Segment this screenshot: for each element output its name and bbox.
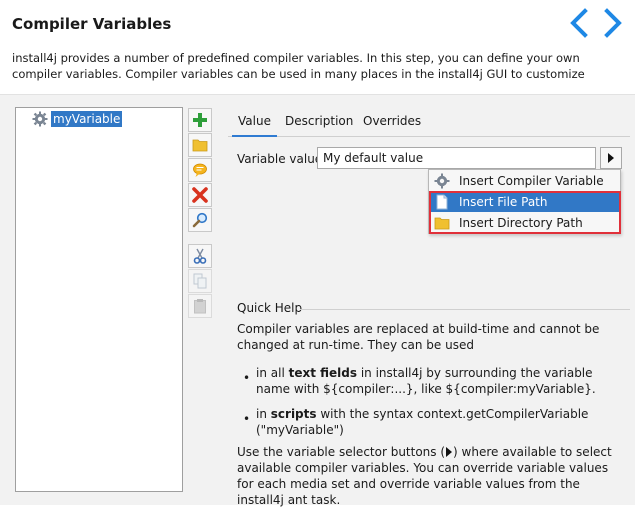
variable-value-input[interactable] xyxy=(317,147,596,169)
gear-icon xyxy=(32,111,48,127)
add-comment-button[interactable] xyxy=(188,158,212,182)
menu-item-insert-directory-path[interactable]: Insert Directory Path xyxy=(430,213,619,233)
wizard-navigation xyxy=(565,8,627,38)
cut-icon xyxy=(193,248,207,264)
copy-button[interactable] xyxy=(188,269,212,293)
quick-help-title: Quick Help xyxy=(237,301,303,315)
cut-button[interactable] xyxy=(188,244,212,268)
tree-item-myvariable[interactable]: myVariable xyxy=(32,110,123,128)
tree-item-label: myVariable xyxy=(51,111,123,127)
quick-help-outro: Use the variable selector buttons () whe… xyxy=(237,445,612,507)
menu-item-label: Insert File Path xyxy=(459,195,548,209)
paste-icon xyxy=(194,299,206,314)
play-arrow-icon xyxy=(446,447,453,457)
chevron-left-icon xyxy=(570,8,588,38)
folder-icon xyxy=(434,217,450,230)
bullet-marker: • xyxy=(243,371,251,385)
add-group-button[interactable] xyxy=(188,133,212,157)
search-icon xyxy=(192,212,208,228)
tab-overrides[interactable]: Overrides xyxy=(363,114,421,128)
quick-help-bullet: in all text fields in install4j by surro… xyxy=(256,366,596,396)
file-icon xyxy=(436,194,448,210)
variable-selector-menu: Insert Compiler Variable Insert File Pat… xyxy=(428,169,621,234)
tab-description[interactable]: Description xyxy=(285,114,353,128)
delete-button[interactable] xyxy=(188,183,212,207)
chevron-right-icon xyxy=(604,8,622,38)
tab-bar: Value Description Overrides xyxy=(228,107,630,137)
page-description: install4j provides a number of predefine… xyxy=(12,51,585,81)
delete-icon xyxy=(192,187,208,203)
page-title: Compiler Variables xyxy=(12,15,172,33)
forward-button[interactable] xyxy=(599,8,627,38)
tree-toolbar xyxy=(188,108,214,338)
quick-help-divider xyxy=(300,309,630,310)
add-icon xyxy=(193,113,207,127)
quick-help-bullet: in scripts with the syntax context.getCo… xyxy=(256,407,589,437)
variable-selector-button[interactable] xyxy=(600,147,622,169)
menu-item-insert-file-path[interactable]: Insert File Path xyxy=(430,192,619,212)
paste-button[interactable] xyxy=(188,294,212,318)
play-arrow-icon xyxy=(608,153,614,163)
menu-item-insert-compiler-variable[interactable]: Insert Compiler Variable xyxy=(430,171,619,191)
find-button[interactable] xyxy=(188,208,212,232)
menu-item-label: Insert Directory Path xyxy=(459,216,583,230)
folder-icon xyxy=(192,139,208,152)
comment-icon xyxy=(193,163,207,177)
copy-icon xyxy=(193,273,207,289)
bullet-marker: • xyxy=(243,412,251,426)
page-header: Compiler Variables install4j provides a … xyxy=(0,0,635,95)
menu-item-label: Insert Compiler Variable xyxy=(459,174,604,188)
variable-tree[interactable]: myVariable xyxy=(15,107,183,492)
quick-help-intro: Compiler variables are replaced at build… xyxy=(237,322,600,352)
variable-value-label: Variable value: xyxy=(237,152,327,166)
back-button[interactable] xyxy=(565,8,593,38)
variable-editor: Value Description Overrides Variable val… xyxy=(228,95,635,507)
content-area: myVariable Value Description Overrides V… xyxy=(0,95,635,507)
tab-value[interactable]: Value xyxy=(232,114,277,137)
gear-icon xyxy=(434,173,450,189)
add-button[interactable] xyxy=(188,108,212,132)
